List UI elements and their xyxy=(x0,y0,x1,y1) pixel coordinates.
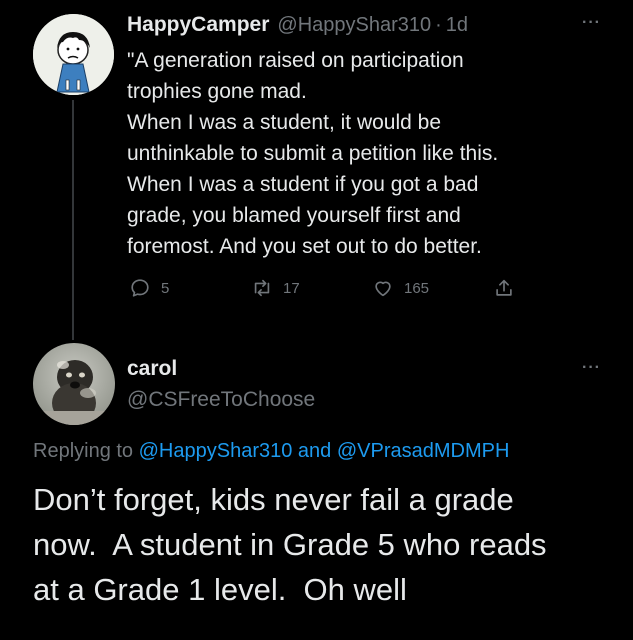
retweet-icon xyxy=(254,279,270,297)
replying-to-prefix: Replying to xyxy=(33,440,134,462)
parent-display-name[interactable]: HappyCamper xyxy=(127,13,269,37)
parent-text-line: unthinkable to submit a petition like th… xyxy=(127,142,499,165)
parent-text-line: When I was a student, it would be xyxy=(127,111,442,134)
reply-text-line: now. A student in Grade 5 who reads xyxy=(33,527,547,562)
replying-and[interactable]: and xyxy=(298,440,331,462)
reply-display-name[interactable]: carol xyxy=(127,357,177,381)
reply-tweet-text: Don’t forget, kids never fail a grade no… xyxy=(33,477,628,612)
parent-text-line: foremost. And you set out to do better. xyxy=(127,235,482,258)
reply-more-button[interactable]: ··· xyxy=(582,359,601,377)
happycamper-avatar[interactable] xyxy=(33,14,114,95)
reply-handle[interactable]: @CSFreeToChoose xyxy=(127,388,315,412)
parent-more-button[interactable]: ··· xyxy=(582,14,601,32)
reply-text-line: Don’t forget, kids never fail a grade xyxy=(33,482,514,517)
reply-text-line: at a Grade 1 level. Oh well xyxy=(33,572,407,607)
like-count: 165 xyxy=(404,279,430,297)
like-button[interactable]: 165 xyxy=(372,277,429,299)
dog-photo-avatar-icon xyxy=(33,343,115,425)
heart-icon xyxy=(375,281,391,297)
carol-avatar[interactable] xyxy=(33,343,115,425)
parent-text-line: When I was a student if you got a bad xyxy=(127,173,479,196)
share-icon xyxy=(496,279,512,296)
cartoon-girl-avatar-icon xyxy=(33,14,114,95)
parent-tweet-text: "A generation raised on participation tr… xyxy=(127,45,627,262)
parent-text-line: "A generation raised on participation xyxy=(127,49,464,72)
parent-timestamp[interactable]: 1d xyxy=(446,14,468,37)
mention-vprasadmdmph[interactable]: @VPrasadMDMPH xyxy=(337,440,510,462)
share-button[interactable] xyxy=(493,277,515,299)
retweet-count: 17 xyxy=(283,279,300,297)
parent-handle[interactable]: @HappyShar310 xyxy=(277,14,431,37)
parent-text-line: grade, you blamed yourself first and xyxy=(127,204,461,227)
separator-dot: · xyxy=(435,14,442,36)
replying-to-line: Replying to @HappyShar310 and @VPrasadMD… xyxy=(33,440,509,463)
mention-happyshar310[interactable]: @HappyShar310 xyxy=(139,440,293,462)
reply-count: 5 xyxy=(161,279,170,297)
reply-icon xyxy=(131,279,149,297)
parent-text-line: trophies gone mad. xyxy=(127,80,307,103)
reply-button[interactable]: 5 xyxy=(129,277,169,299)
retweet-button[interactable]: 17 xyxy=(251,277,300,299)
thread-line xyxy=(72,100,74,340)
parent-tweet-header: HappyCamper @HappyShar310 · 1d xyxy=(127,13,468,37)
